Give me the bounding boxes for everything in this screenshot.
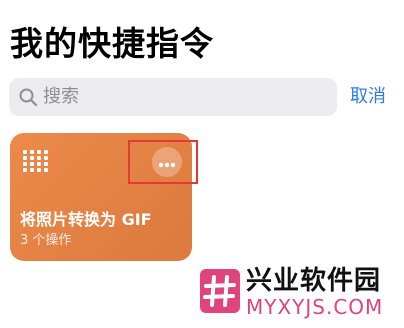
more-options-button[interactable]	[152, 147, 182, 177]
ellipsis-icon	[158, 153, 176, 172]
search-icon	[17, 86, 39, 108]
search-placeholder: 搜索	[43, 86, 79, 107]
watermark: 兴业软件园 MYXYJS.COM	[200, 266, 396, 320]
search-input[interactable]: 搜索	[9, 78, 337, 116]
grid-icon	[23, 150, 49, 172]
cancel-button[interactable]: 取消	[350, 85, 386, 109]
watermark-domain: MYXYJS.COM	[246, 295, 384, 319]
page-title: 我的快捷指令	[10, 24, 214, 63]
shortcut-action-count: 3 个操作	[20, 233, 72, 248]
watermark-logo-icon	[200, 269, 240, 313]
watermark-name: 兴业软件园	[246, 266, 382, 296]
shortcut-card[interactable]: 将照片转换为 GIF 3 个操作	[10, 133, 192, 261]
shortcut-title: 将照片转换为 GIF	[20, 210, 152, 229]
